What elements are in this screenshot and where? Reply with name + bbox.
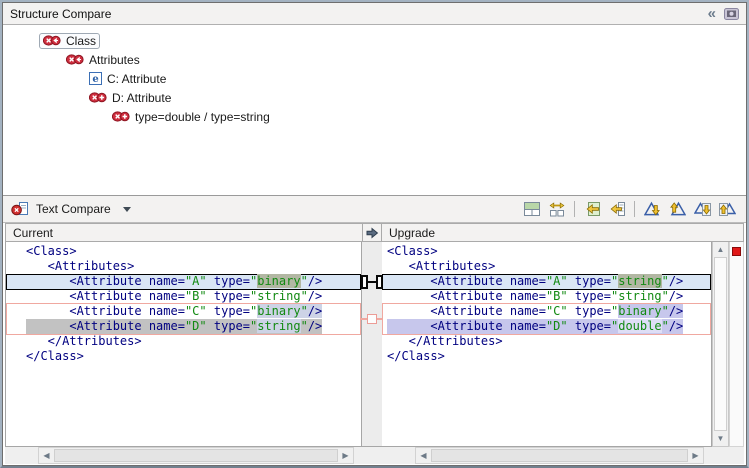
code-line: <Class> [387,244,711,259]
code-line: <Attribute name="A" type="string"/> [387,274,711,289]
code-line: </Class> [387,349,711,364]
diff-change-plus-icon [112,110,130,123]
structure-compare-tree: Class Attributes e C: Attribute D: Attribute… [3,25,746,195]
diff-overview-marker[interactable] [732,247,741,256]
right-code-pane[interactable]: <Class> <Attributes> <Attribute name="A"… [382,242,712,447]
right-pane-title: Upgrade [382,223,744,242]
overview-ruler [729,242,744,447]
previous-difference-icon[interactable] [666,199,688,219]
scroll-up-icon[interactable]: ▲ [713,242,728,257]
scroll-down-icon[interactable]: ▼ [713,431,728,446]
scrollbar-corner [712,447,744,464]
compare-editor-window: Structure Compare « Class Attributes e C: A… [0,0,749,468]
code-line: <Attributes> [387,259,711,274]
structure-compare-header: Structure Compare « [3,3,746,25]
tree-item[interactable]: Attributes [3,50,746,69]
diff-change-icon [43,34,61,47]
tree-item[interactable]: type=double / type=string [3,107,746,126]
copy-current-right-to-left-icon[interactable] [606,199,628,219]
structure-compare-title: Structure Compare [10,7,708,21]
compare-panes: Current Upgrade <Class> <Attributes> <At… [3,223,746,465]
code-line: </Attributes> [387,334,711,349]
vertical-scroll-thumb[interactable] [714,257,727,431]
left-code-pane[interactable]: <Class> <Attributes> <Attribute name="A"… [5,242,362,447]
tree-item-label: Attributes [89,53,140,67]
diff-connector-gutter [362,242,382,447]
tree-item-label: Class [66,34,96,48]
right-hscroll-thumb[interactable] [431,449,688,462]
code-line: </Class> [26,349,361,364]
code-line: <Attribute name="B" type="string"/> [387,289,711,304]
related-diff-handle[interactable] [367,314,377,324]
text-compare-section: Text Compare Current Upgrade <Class> <At… [3,195,746,465]
right-code-editor[interactable]: <Class> <Attributes> <Attribute name="A"… [382,242,711,446]
copy-all-right-to-left-icon[interactable] [581,199,603,219]
next-change-icon[interactable] [691,199,713,219]
structure-compare-toolbar: « [708,6,739,21]
toolbar-separator [634,201,635,217]
code-line: <Attribute name="D" type="double"/> [387,319,711,334]
code-line: <Attribute name="C" type="binary"/> [387,304,711,319]
left-code-editor[interactable]: <Class> <Attributes> <Attribute name="A"… [6,242,361,446]
tree-item[interactable]: D: Attribute [3,88,746,107]
right-horizontal-scrollbar[interactable]: ◀ ▶ [415,447,704,464]
left-pane-title: Current [5,223,362,242]
connector-endcap-left [361,275,368,289]
scroll-left-icon[interactable]: ◀ [416,448,431,463]
gutter-header [362,223,382,242]
text-compare-toolbar [521,199,738,219]
text-compare-title: Text Compare [36,202,111,216]
two-pane-layout-icon[interactable] [521,199,543,219]
tree-item-label: C: Attribute [107,72,166,86]
code-line: <Attribute name="B" type="string"/> [26,289,361,304]
viewer-dropdown-caret[interactable] [123,207,131,212]
left-hscroll-row: ◀ ▶ [5,447,362,464]
scroll-left-icon[interactable]: ◀ [39,448,54,463]
previous-change-icon[interactable] [716,199,738,219]
vertical-scrollbar[interactable]: ▲ ▼ [712,242,729,447]
code-line: <Attribute name="D" type="string"/> [26,319,361,334]
swap-left-right-icon[interactable] [546,199,568,219]
text-compare-diff-icon [11,201,29,217]
code-line: <Attribute name="C" type="binary"/> [26,304,361,319]
right-hscroll-row: ◀ ▶ [382,447,712,464]
svg-text:e: e [92,74,98,85]
copy-direction-arrow-icon [365,227,379,239]
code-line: <Attribute name="A" type="binary"/> [26,274,361,289]
next-difference-icon[interactable] [641,199,663,219]
code-line: <Class> [26,244,361,259]
scroll-right-icon[interactable]: ▶ [338,448,353,463]
diff-change-icon [66,53,84,66]
code-line: <Attributes> [26,259,361,274]
camera-icon[interactable] [724,7,739,20]
tree-item-label: type=double / type=string [135,110,270,124]
scroll-right-icon[interactable]: ▶ [688,448,703,463]
collapse-icon[interactable]: « [708,6,716,21]
left-hscroll-thumb[interactable] [54,449,338,462]
element-e-icon: e [89,72,102,85]
gutter-bottom-spacer [362,447,382,464]
tree-item[interactable]: e C: Attribute [3,69,746,88]
tree-item[interactable]: Class [3,31,746,50]
text-compare-header: Text Compare [3,196,746,223]
tree-item-label: D: Attribute [112,91,171,105]
left-horizontal-scrollbar[interactable]: ◀ ▶ [38,447,354,464]
diff-change-plus-icon [89,91,107,104]
toolbar-separator [574,201,575,217]
code-line: </Attributes> [26,334,361,349]
